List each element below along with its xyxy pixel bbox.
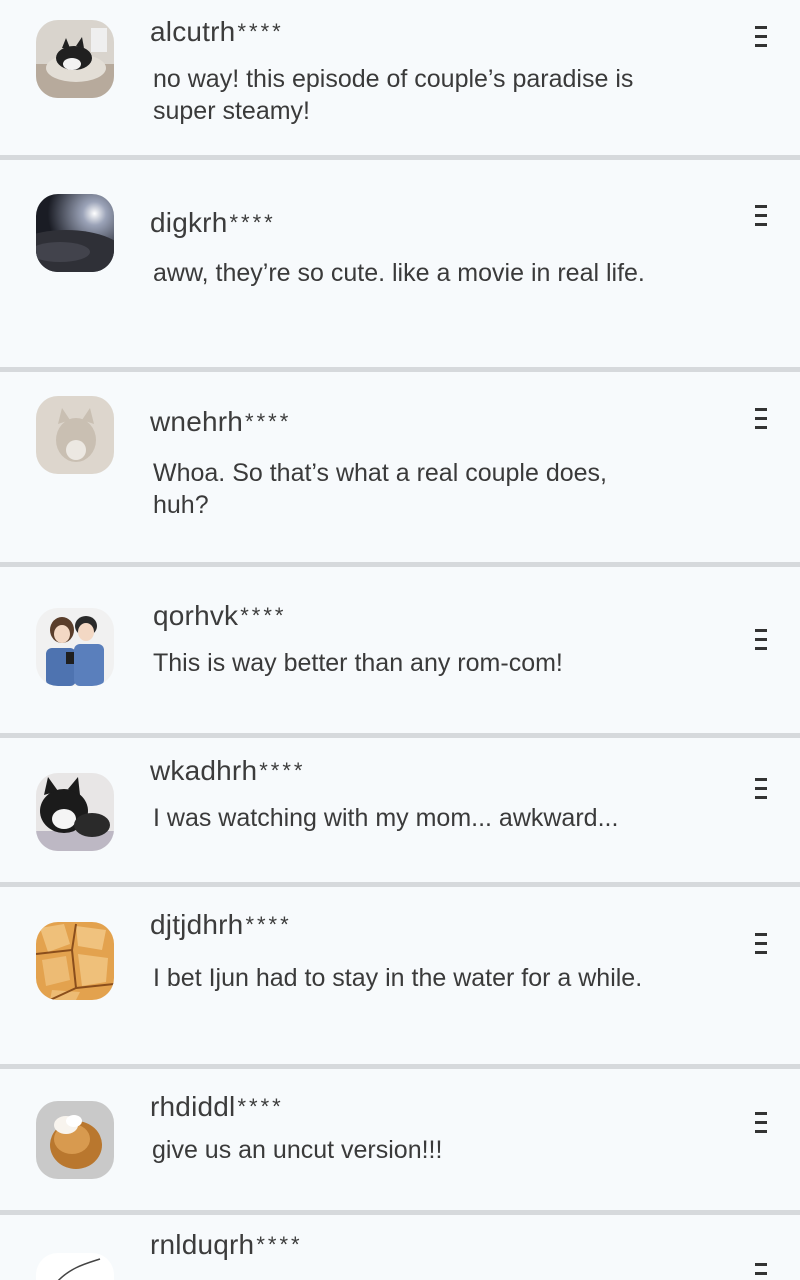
planet-photo-avatar bbox=[36, 194, 114, 272]
user-avatar[interactable] bbox=[36, 608, 114, 686]
user-avatar[interactable] bbox=[36, 1253, 114, 1280]
faded-cat-avatar bbox=[36, 396, 114, 474]
comment-text: give us an uncut version!!! bbox=[152, 1136, 443, 1164]
user-avatar[interactable] bbox=[36, 396, 114, 474]
user-avatar[interactable] bbox=[36, 194, 114, 272]
cat-photo-avatar-2 bbox=[36, 773, 114, 851]
menu-icon[interactable] bbox=[752, 24, 772, 50]
username-text: digkrh bbox=[150, 207, 228, 238]
menu-icon[interactable] bbox=[752, 931, 772, 957]
comment-text: aww, they’re so cute. like a movie in re… bbox=[153, 259, 645, 287]
bread-avatar bbox=[36, 1101, 114, 1179]
comment-item: digkrh**** aww, they’re so cute. like a … bbox=[0, 160, 800, 367]
menu-icon[interactable] bbox=[752, 776, 772, 802]
username-text: wnehrh bbox=[150, 406, 244, 437]
username-mask: **** bbox=[256, 1232, 303, 1257]
cracked-ground-avatar bbox=[36, 922, 114, 1000]
username-mask: **** bbox=[237, 1094, 284, 1119]
cat-photo-avatar bbox=[36, 20, 114, 98]
user-avatar[interactable] bbox=[36, 773, 114, 851]
username[interactable]: rnlduqrh**** bbox=[150, 1229, 303, 1261]
comment-item: qorhvk**** This is way better than any r… bbox=[0, 567, 800, 733]
comment-item: wkadhrh**** I was watching with my mom..… bbox=[0, 738, 800, 882]
username[interactable]: digkrh**** bbox=[150, 207, 276, 239]
username-mask: **** bbox=[245, 409, 292, 434]
username-mask: **** bbox=[259, 758, 306, 783]
comment-item: djtjdhrh**** I bet Ijun had to stay in t… bbox=[0, 887, 800, 1064]
username-text: rhdiddl bbox=[150, 1091, 236, 1122]
menu-icon[interactable] bbox=[752, 203, 772, 229]
menu-icon[interactable] bbox=[752, 406, 772, 432]
user-avatar[interactable] bbox=[36, 1101, 114, 1179]
comment-item: alcutrh**** no way! this episode of coup… bbox=[0, 0, 800, 155]
username[interactable]: alcutrh**** bbox=[150, 16, 284, 48]
comment-feed: alcutrh**** no way! this episode of coup… bbox=[0, 0, 800, 1280]
username[interactable]: wnehrh**** bbox=[150, 406, 291, 438]
menu-icon[interactable] bbox=[752, 1110, 772, 1136]
username[interactable]: wkadhrh**** bbox=[150, 755, 305, 787]
comment-text: I bet Ijun had to stay in the water for … bbox=[153, 964, 643, 992]
username-text: wkadhrh bbox=[150, 755, 258, 786]
couple-illustration-avatar bbox=[36, 608, 114, 686]
username-mask: **** bbox=[237, 19, 284, 44]
comment-text: Whoa. So that’s what a real couple does,… bbox=[153, 459, 607, 519]
menu-icon[interactable] bbox=[752, 627, 772, 653]
sketch-avatar bbox=[36, 1253, 114, 1280]
username-text: rnlduqrh bbox=[150, 1229, 255, 1260]
comment-text: This is way better than any rom-com! bbox=[153, 649, 563, 677]
username[interactable]: djtjdhrh**** bbox=[150, 909, 292, 941]
username-text: djtjdhrh bbox=[150, 909, 244, 940]
username-mask: **** bbox=[245, 912, 292, 937]
user-avatar[interactable] bbox=[36, 20, 114, 98]
username-text: qorhvk bbox=[153, 600, 239, 631]
username-mask: **** bbox=[229, 210, 276, 235]
username[interactable]: qorhvk**** bbox=[153, 600, 287, 632]
comment-text: I was watching with my mom... awkward... bbox=[153, 804, 619, 832]
username-text: alcutrh bbox=[150, 16, 236, 47]
comment-item: wnehrh**** Whoa. So that’s what a real c… bbox=[0, 372, 800, 562]
user-avatar[interactable] bbox=[36, 922, 114, 1000]
username[interactable]: rhdiddl**** bbox=[150, 1091, 284, 1123]
username-mask: **** bbox=[240, 603, 287, 628]
menu-icon[interactable] bbox=[752, 1261, 772, 1280]
comment-item: rhdiddl**** give us an uncut version!!! bbox=[0, 1069, 800, 1210]
comment-text: no way! this episode of couple’s paradis… bbox=[153, 65, 634, 125]
comment-item: rnlduqrh**** bbox=[0, 1215, 800, 1280]
